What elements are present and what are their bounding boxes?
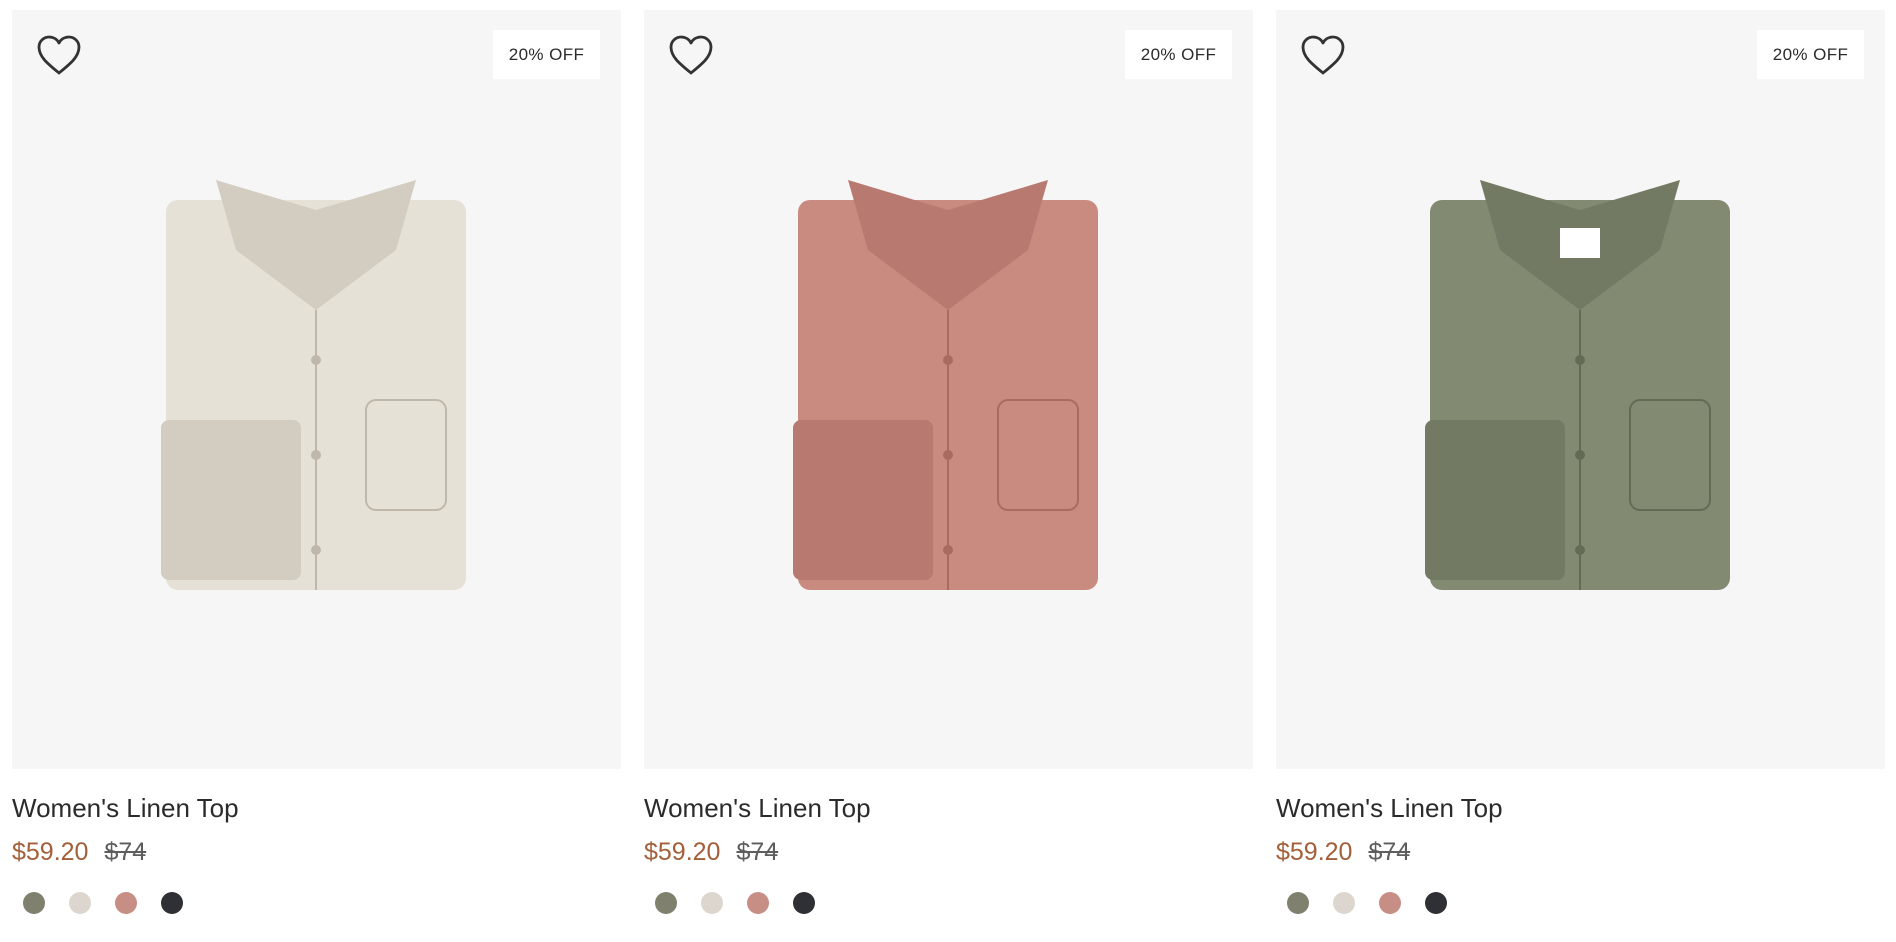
sale-price: $59.20 [1276,838,1353,866]
color-swatch-charcoal[interactable] [1425,892,1447,914]
shirt-button [943,355,953,365]
original-price: $74 [104,838,147,866]
heart-outline-icon[interactable] [668,34,714,76]
shirt-left-cuff [1425,420,1565,580]
discount-badge: 20% OFF [493,30,600,79]
color-swatch-rose[interactable] [1379,892,1401,914]
color-swatch-charcoal[interactable] [161,892,183,914]
shirt-button [1575,545,1585,555]
sale-price: $59.20 [644,838,721,866]
discount-badge: 20% OFF [1757,30,1864,79]
color-swatch-natural[interactable] [701,892,723,914]
heart-outline-icon[interactable] [36,34,82,76]
product-card[interactable]: 20% OFF Women's Linen Top $59.20 $74 [1276,10,1885,914]
shirt-button [311,355,321,365]
color-swatch-natural[interactable] [69,892,91,914]
shirt-button [1575,450,1585,460]
original-price: $74 [736,838,779,866]
discount-badge: 20% OFF [1125,30,1232,79]
color-swatch-sage[interactable] [655,892,677,914]
shirt-button [943,450,953,460]
sale-price: $59.20 [12,838,89,866]
shirt-left-cuff [161,420,301,580]
shirt-image [1410,170,1750,610]
color-swatches [1287,892,1885,914]
product-title[interactable]: Women's Linen Top [1276,792,1885,824]
shirt-image [146,170,486,610]
color-swatch-rose[interactable] [115,892,137,914]
color-swatch-charcoal[interactable] [793,892,815,914]
color-swatch-sage[interactable] [23,892,45,914]
shirt-button [311,545,321,555]
product-card[interactable]: 20% OFF Women's Linen Top $59.20 $74 [12,10,621,914]
shirt-button [311,450,321,460]
color-swatch-sage[interactable] [1287,892,1309,914]
color-swatch-natural[interactable] [1333,892,1355,914]
product-card[interactable]: 20% OFF Women's Linen Top $59.20 $74 [644,10,1253,914]
product-title[interactable]: Women's Linen Top [12,792,621,824]
original-price: $74 [1368,838,1411,866]
shirt-neck-label [1560,228,1600,258]
product-image[interactable]: 20% OFF [644,10,1253,769]
product-image[interactable]: 20% OFF [12,10,621,769]
shirt-button [1575,355,1585,365]
heart-outline-icon[interactable] [1300,34,1346,76]
color-swatches [23,892,621,914]
product-grid: 20% OFF Women's Linen Top $59.20 $74 20%… [12,10,1885,914]
price-row: $59.20 $74 [644,836,1253,868]
color-swatches [655,892,1253,914]
price-row: $59.20 $74 [12,836,621,868]
shirt-button [943,545,953,555]
color-swatch-rose[interactable] [747,892,769,914]
shirt-image [778,170,1118,610]
shirt-left-cuff [793,420,933,580]
product-title[interactable]: Women's Linen Top [644,792,1253,824]
price-row: $59.20 $74 [1276,836,1885,868]
product-image[interactable]: 20% OFF [1276,10,1885,769]
